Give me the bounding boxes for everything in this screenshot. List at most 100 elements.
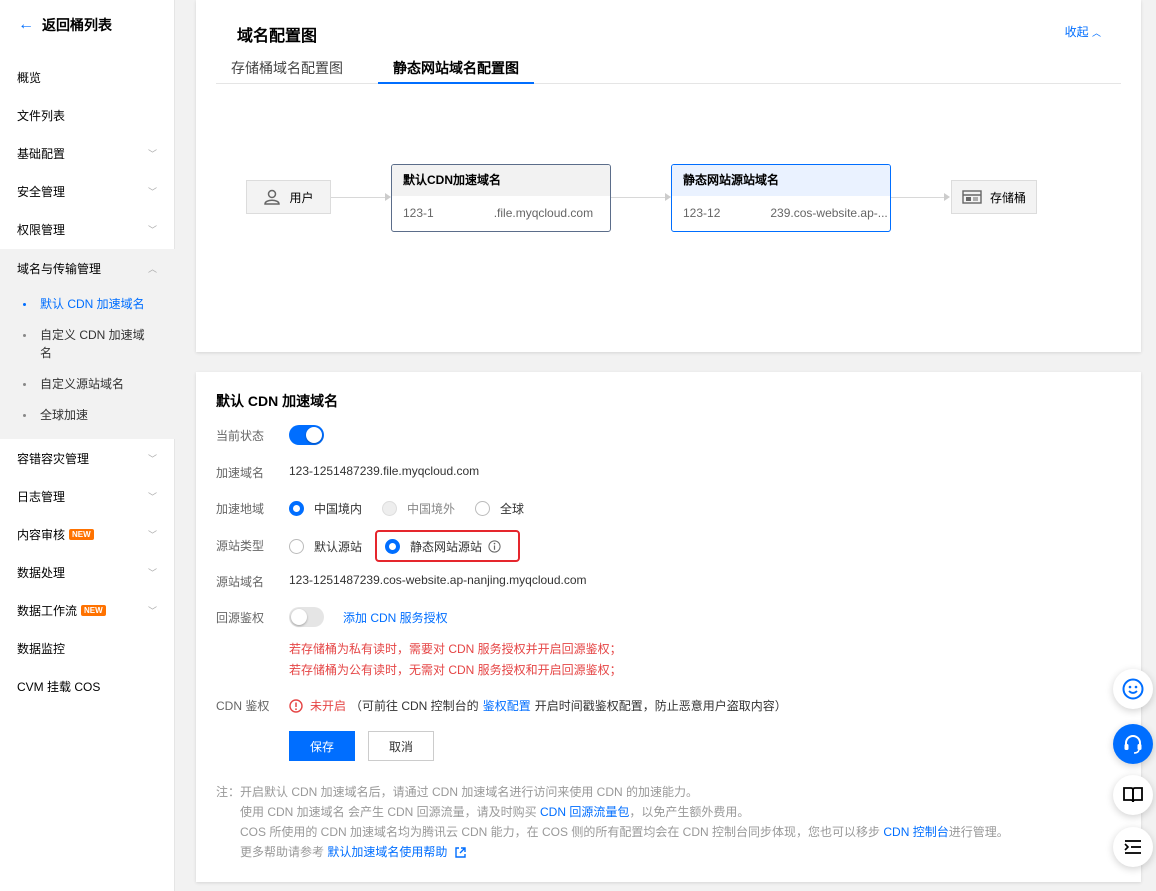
cdn-node-value: 123-1 .file.myqcloud.com <box>392 196 610 231</box>
chevron-down-icon: ﹀ <box>147 148 157 159</box>
note-text: COS 所使用的 CDN 加速域名均为腾讯云 CDN 能力，在 COS 侧的所有… <box>240 825 881 839</box>
tab-bar: 存储桶域名配置图 静态网站域名配置图 <box>216 58 1121 84</box>
sidebar-item-basic-config[interactable]: 基础配置 ﹀ <box>0 134 175 172</box>
sidebar-item-data-processing[interactable]: 数据处理 ﹀ <box>0 553 175 591</box>
domain-map-panel: 域名配置图 收起 ︿ 存储桶域名配置图 静态网站域名配置图 用户 默认CDN加速… <box>196 0 1141 352</box>
chevron-down-icon: ﹀ <box>147 567 157 578</box>
cdn-auth-row: 未开启 （可前往 CDN 控制台的 鉴权配置 开启时间戳鉴权配置，防止恶意用户盗… <box>289 697 787 714</box>
radio-label: 静态网站源站 <box>410 540 483 554</box>
sidebar-item-label: 内容审核 <box>17 527 66 542</box>
help-doc-link[interactable]: 默认加速域名使用帮助 <box>327 845 447 859</box>
note-text: 更多帮助请参考 <box>240 845 325 859</box>
radio-label: 中国境内 <box>314 502 363 516</box>
note-line-3: COS 所使用的 CDN 加速域名均为腾讯云 CDN 能力，在 COS 侧的所有… <box>240 823 1009 840</box>
chevron-down-icon: ﹀ <box>147 605 157 616</box>
user-label: 用户 <box>289 190 314 205</box>
support-button[interactable] <box>1113 724 1153 764</box>
bullet-dot <box>23 303 26 306</box>
redaction-mask <box>433 206 494 221</box>
sidebar-sub-default-cdn[interactable]: 默认 CDN 加速域名 <box>0 295 175 313</box>
sidebar-sub-custom-cdn[interactable]: 自定义 CDN 加速域名 <box>0 326 150 362</box>
warning-private: 若存储桶为私有读时，需要对 CDN 服务授权并开启回源鉴权； <box>289 642 622 656</box>
radio-label: 全球 <box>500 502 525 516</box>
cdn-console-link[interactable]: CDN 控制台 <box>883 825 948 839</box>
tab-static-website-domain[interactable]: 静态网站域名配置图 <box>378 58 534 84</box>
cdn-domain-node: 默认CDN加速域名 123-1 .file.myqcloud.com <box>391 164 611 232</box>
origin-type-static-website[interactable]: 静态网站源站 <box>385 538 501 555</box>
region-option-overseas[interactable]: 中国境外 <box>382 500 455 517</box>
region-option-mainland[interactable]: 中国境内 <box>289 500 362 517</box>
smile-icon <box>1122 678 1144 700</box>
origin-domain-node: 静态网站源站域名 123-12 239.cos-website.ap-... <box>671 164 891 232</box>
default-cdn-panel: 默认 CDN 加速域名 当前状态 加速域名 123-1251487239.fil… <box>196 372 1141 882</box>
sidebar-item-data-monitor[interactable]: 数据监控 <box>0 629 175 667</box>
sidebar-sub-label: 全球加速 <box>40 408 89 422</box>
bullet-dot <box>23 383 26 386</box>
menu-list-icon <box>1124 840 1141 854</box>
error-icon <box>289 698 303 713</box>
tab-bucket-domain[interactable]: 存储桶域名配置图 <box>231 58 343 84</box>
collapse-button[interactable]: 收起 ︿ <box>1065 23 1101 40</box>
book-icon <box>1123 787 1143 803</box>
sidebar-item-security[interactable]: 安全管理 ﹀ <box>0 172 175 210</box>
sidebar-sub-label: 默认 CDN 加速域名 <box>40 297 145 311</box>
new-badge: NEW <box>81 604 106 616</box>
bullet-dot <box>23 334 26 337</box>
warning-public: 若存储桶为公有读时，无需对 CDN 服务授权和开启回源鉴权； <box>289 663 622 677</box>
note-text: 使用 CDN 加速域名 会产生 CDN 回源流量，请及时购买 <box>240 805 537 819</box>
auth-config-link[interactable]: 鉴权配置 <box>483 697 531 714</box>
external-link-icon[interactable] <box>455 847 466 859</box>
add-cdn-auth-link[interactable]: 添加 CDN 服务授权 <box>343 609 448 626</box>
cdn-auth-label: CDN 鉴权 <box>216 699 270 713</box>
menu-button[interactable] <box>1113 827 1153 867</box>
save-button[interactable]: 保存 <box>289 731 355 761</box>
sidebar-item-domain-transfer[interactable]: 域名与传输管理 ︿ <box>0 249 175 287</box>
origin-value-end: 239.cos-website.ap-... <box>770 206 888 220</box>
sidebar-item-data-workflow[interactable]: 数据工作流 NEW ﹀ <box>0 591 175 629</box>
collapse-label: 收起 <box>1064 25 1089 39</box>
arrow-head <box>944 193 950 201</box>
region-option-global[interactable]: 全球 <box>475 500 524 517</box>
sidebar-sub-custom-origin[interactable]: 自定义源站域名 <box>0 375 175 393</box>
note-line-4: 更多帮助请参考 默认加速域名使用帮助 <box>240 843 466 860</box>
domain-label: 加速域名 <box>216 466 265 480</box>
sidebar-group-domain: 域名与传输管理 ︿ 默认 CDN 加速域名 自定义 CDN 加速域名 自定义源站域… <box>0 249 175 439</box>
sidebar-item-permissions[interactable]: 权限管理 ﹀ <box>0 210 175 248</box>
region-label: 加速地域 <box>216 502 265 516</box>
origin-node-title: 静态网站源站域名 <box>672 165 890 196</box>
sidebar-item-label: 域名与传输管理 <box>17 261 102 276</box>
status-toggle[interactable] <box>289 425 324 445</box>
user-node: 用户 <box>246 180 331 214</box>
radio-label: 默认源站 <box>314 540 363 554</box>
sidebar-item-content-review[interactable]: 内容审核 NEW ﹀ <box>0 515 175 553</box>
cdn-value-start: 123-1 <box>403 206 434 220</box>
feedback-button[interactable] <box>1113 669 1153 709</box>
note-line-2: 使用 CDN 加速域名 会产生 CDN 回源流量，请及时购买 CDN 回源流量包… <box>240 803 749 820</box>
info-icon[interactable] <box>488 540 501 553</box>
back-label: 返回桶列表 <box>42 17 112 33</box>
origin-domain-label: 源站域名 <box>216 575 265 589</box>
back-arrow-icon: ← <box>18 16 34 33</box>
headset-icon <box>1124 735 1142 754</box>
chevron-down-icon: ﹀ <box>147 186 157 197</box>
radio-circle <box>475 501 490 516</box>
sidebar-item-label: CVM 挂载 COS <box>17 679 101 694</box>
sidebar-item-file-list[interactable]: 文件列表 <box>0 96 175 134</box>
cdn-traffic-package-link[interactable]: CDN 回源流量包 <box>540 805 629 819</box>
sidebar-item-cvm-mount[interactable]: CVM 挂载 COS <box>0 667 175 705</box>
auth-toggle[interactable] <box>289 607 324 627</box>
chevron-down-icon: ﹀ <box>147 224 157 235</box>
back-to-bucket-list[interactable]: ← 返回桶列表 <box>18 14 112 36</box>
sidebar-item-overview[interactable]: 概览 <box>0 58 175 96</box>
new-badge: NEW <box>69 528 94 540</box>
origin-domain-value: 123-1251487239.cos-website.ap-nanjing.my… <box>289 573 587 587</box>
sidebar-item-fault-tolerance[interactable]: 容错容灾管理 ﹀ <box>0 439 175 477</box>
sidebar: ← 返回桶列表 概览 文件列表 基础配置 ﹀ 安全管理 ﹀ 权限管理 ﹀ 域名与传输管… <box>0 0 175 891</box>
sidebar-item-log-management[interactable]: 日志管理 ﹀ <box>0 477 175 515</box>
origin-type-default[interactable]: 默认源站 <box>289 538 362 555</box>
sidebar-sub-global-accel[interactable]: 全球加速 <box>0 406 175 424</box>
cancel-button[interactable]: 取消 <box>368 731 434 761</box>
docs-button[interactable] <box>1113 775 1153 815</box>
sidebar-item-label: 数据处理 <box>17 565 66 580</box>
sidebar-item-label: 文件列表 <box>17 108 66 123</box>
